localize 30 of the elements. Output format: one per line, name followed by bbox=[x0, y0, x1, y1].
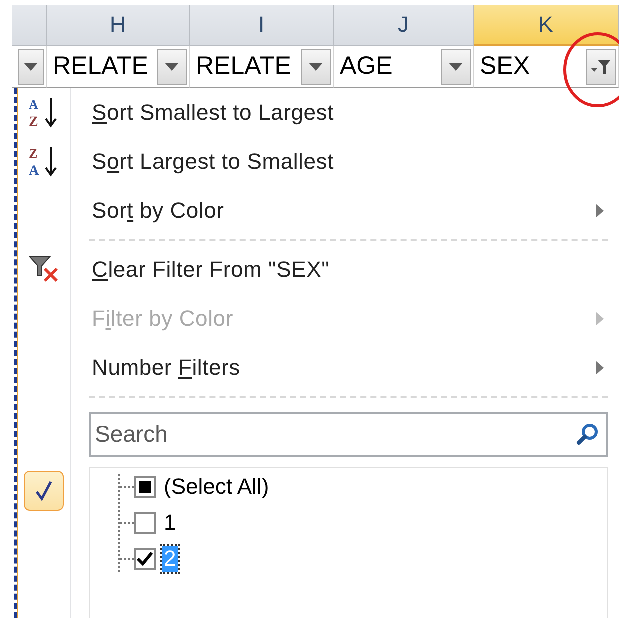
checkbox[interactable] bbox=[134, 476, 156, 498]
column-header[interactable]: H bbox=[47, 5, 190, 46]
caret-icon bbox=[309, 62, 323, 70]
menu-item[interactable]: Number Filters bbox=[89, 343, 608, 392]
header-cell-text: RELATE bbox=[196, 52, 292, 81]
dropdown-button[interactable] bbox=[157, 48, 187, 84]
search-icon[interactable] bbox=[576, 422, 600, 446]
checkbox[interactable] bbox=[134, 548, 156, 570]
value-label[interactable]: (Select All) bbox=[162, 474, 272, 500]
search-field[interactable]: Search bbox=[89, 412, 608, 457]
column-header[interactable]: J bbox=[334, 5, 474, 46]
column-header[interactable]: K bbox=[474, 5, 619, 46]
menu-item[interactable]: Clear Filter From "SEX" bbox=[89, 245, 608, 294]
dropdown-button[interactable] bbox=[441, 48, 471, 84]
header-cell-text: RELATE bbox=[53, 52, 148, 81]
header-cell-text: SEX bbox=[480, 52, 530, 81]
caret-icon bbox=[449, 62, 463, 70]
clear-filter-icon bbox=[28, 254, 60, 282]
header-cell-text: AGE bbox=[340, 52, 393, 81]
caret-icon bbox=[165, 62, 179, 70]
column-header[interactable]: I bbox=[190, 5, 334, 46]
dropdown-button[interactable] bbox=[18, 48, 44, 84]
dropdown-button[interactable] bbox=[301, 48, 331, 84]
value-label[interactable]: 1 bbox=[162, 510, 178, 536]
menu-item[interactable]: Sort by Color bbox=[89, 186, 608, 235]
checkbox[interactable] bbox=[134, 512, 156, 534]
menu-item[interactable]: Sort Smallest to Largest bbox=[89, 88, 608, 137]
caret-icon bbox=[24, 62, 38, 70]
filter-button[interactable] bbox=[586, 48, 616, 84]
menu-item[interactable]: Sort Largest to Smallest bbox=[89, 137, 608, 186]
